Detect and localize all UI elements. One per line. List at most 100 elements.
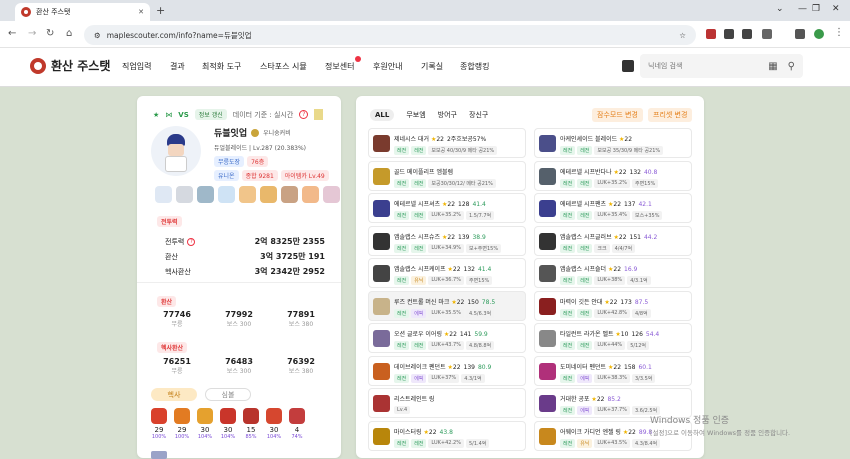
item-title: 에테르넬 시프반다나 ★22 132 40.8 (560, 167, 657, 176)
profile-avatar-icon[interactable] (814, 29, 824, 39)
equipment-item[interactable]: 타일런트 라가온 벨트 ★10 126 54.4 레전 레전 LUK+44% 5/12억 (534, 323, 692, 353)
badge-icon[interactable] (281, 186, 298, 203)
equipment-item[interactable]: 앱솔랩스 시프글러브 ★22 151 44.2 레전 레전 크크 4/4/7억 (534, 225, 692, 256)
forward-icon[interactable]: → (28, 28, 36, 39)
site-logo[interactable]: 환산 주스탯 (30, 57, 110, 74)
equipment-item[interactable]: 에테르넬 시프반다나 ★22 132 40.8 레전 레전 LUK+35.2% 주면15% (534, 160, 692, 191)
item-name: 마이스터링 (394, 428, 422, 436)
badge-icon[interactable] (239, 186, 256, 203)
equipment-item[interactable]: 앱솔랩스 시프숄더 ★22 16.9 레전 레전 LUK+38% 4/3.1억 (534, 258, 692, 288)
badge-icon[interactable] (155, 186, 172, 203)
badge-icon[interactable] (197, 186, 214, 203)
item-starforce: 22 (624, 136, 633, 143)
tab-weapon[interactable]: 무보엠 (406, 110, 425, 120)
menu-item[interactable]: 결과 (170, 61, 185, 72)
tab-all[interactable]: ALL (370, 109, 395, 121)
badge-icon[interactable] (260, 186, 277, 203)
reload-icon[interactable]: ↻ (46, 28, 54, 39)
hexa-skill-icon[interactable] (266, 408, 282, 424)
hexa-skill-icon[interactable] (197, 408, 213, 424)
search-input[interactable] (648, 62, 758, 70)
item-option: LUK+35.4% (594, 211, 630, 220)
menu-item[interactable]: 종합랭킹 (460, 61, 489, 72)
extension-icon[interactable] (742, 29, 752, 39)
tab-armor[interactable]: 방어구 (438, 110, 457, 120)
new-tab-icon[interactable]: + (156, 4, 165, 17)
minimize-icon[interactable]: — (798, 4, 807, 14)
badge-icon[interactable] (218, 186, 235, 203)
equipment-item[interactable]: 오션 글로우 이어링 ★22 141 59.9 레전 레전 LUK+43.7% 4.8/8.… (368, 323, 526, 353)
close-window-icon[interactable]: ✕ (832, 4, 840, 14)
help-icon[interactable]: ? (299, 110, 309, 119)
back-icon[interactable]: ← (8, 28, 16, 39)
tab-search-icon[interactable]: ⌄ (776, 4, 784, 14)
menu-item[interactable]: 직업입력 (122, 61, 151, 72)
equipment-item[interactable]: 리스트레인트 링 Lv.4 (368, 388, 526, 418)
home-icon[interactable]: ⌂ (66, 28, 72, 39)
equipment-item[interactable]: 앱솔랩스 시프케이프 ★22 132 41.4 레전 유닉 LUK+36.7% 주면15% (368, 258, 526, 288)
equipment-item[interactable]: 앱솔랩스 시프슈즈 ★22 139 38.9 레전 레전 LUK+34.9% 보+주면15% (368, 225, 526, 256)
equipment-item[interactable]: 마력이 깃든 안대 ★22 173 87.5 레전 레전 LUK+42.8% 4/8억 (534, 290, 692, 321)
url-field[interactable]: ⚙ maplescouter.com/info?name=듀블잇업 ☆ (84, 25, 696, 45)
equipment-item[interactable]: 마이스터링 ★22 43.8 레전 레전 LUK+42.2% 5/1.4억 (368, 420, 526, 451)
change-potential-button[interactable]: 잠수모드 변경 (592, 108, 643, 122)
search-icon[interactable]: ⚲ (788, 61, 795, 72)
equipment-item[interactable]: 루즈 컨트롤 머신 마크 ★22 150 78.5 레전 에픽 LUK+35.5% 4.5/… (368, 290, 526, 321)
divider (137, 282, 341, 283)
menu-item[interactable]: 기록실 (421, 61, 443, 72)
badge-icon[interactable] (176, 186, 193, 203)
hexa-skill-icon[interactable] (151, 408, 167, 424)
item-icon (373, 395, 390, 412)
tab-accessory[interactable]: 장신구 (469, 110, 488, 120)
favorite-star-icon[interactable]: ★ (153, 111, 159, 119)
change-preset-button[interactable]: 프리셋 변경 (648, 108, 693, 122)
item-option: Lv.4 (394, 406, 411, 414)
hexa-skill-icon[interactable] (174, 408, 190, 424)
bookmark-star-icon[interactable]: ☆ (679, 31, 686, 40)
hexa-skill-icon[interactable] (289, 408, 305, 424)
equipment-item[interactable]: 에테르넬 시프셔츠 ★22 128 41.4 레전 레전 LUK+35.2% 1.5/7.7… (368, 193, 526, 223)
equipment-item[interactable]: 거대한 공포 ★22 85.2 레전 에픽 LUK+37.7% 3.6/2.5억 (534, 388, 692, 418)
item-options: 레전 유닉 LUK+43.5% 4.3/8.4억 (560, 438, 661, 448)
item-name: 오션 글로우 이어링 (394, 331, 442, 338)
theme-toggle-icon[interactable] (622, 60, 634, 72)
tab-hexa[interactable]: 헥사 (151, 388, 197, 401)
close-tab-icon[interactable]: ✕ (138, 8, 144, 16)
update-button[interactable]: 정보 갱신 (194, 109, 227, 120)
browser-menu-icon[interactable]: ⋮ (834, 27, 844, 38)
hexa-skill-icon[interactable] (220, 408, 236, 424)
item-title: 아케인셰이드 블레이드 ★22 (560, 134, 632, 143)
item-icon (539, 297, 556, 315)
menu-item[interactable]: 스타포스 시뮬 (260, 61, 307, 72)
equipment-item[interactable]: 에테르넬 시프팬츠 ★22 137 42.1 레전 레전 LUK+35.4% 보스+35% (534, 193, 692, 223)
book-icon[interactable] (314, 109, 324, 120)
item-option: 레전 (577, 146, 593, 155)
extensions-puzzle-icon[interactable] (762, 29, 772, 39)
media-icon[interactable] (795, 29, 805, 39)
equipment-item[interactable]: 아케인셰이드 블레이드 ★22 레전 레전 보보공 35/30/9 메타 공21% (534, 128, 692, 158)
vs-button[interactable]: VS (178, 111, 188, 119)
menu-item[interactable]: 최적화 도구 (202, 61, 241, 72)
equipment-item[interactable]: 제네시스 대거 ★22 2주흐보공57% 레전 레전 보보공 40/30/9 메타 공2… (368, 128, 526, 158)
browser-tab[interactable]: 환산 주스탯 ✕ (15, 3, 150, 21)
windows-watermark: Windows 정품 인증 [설정]으로 이동하여 Windows를 정품 인증… (650, 415, 790, 439)
extension-icon[interactable] (706, 29, 716, 39)
guild-name: 우니숭커비 (263, 130, 291, 137)
badge-icon[interactable] (302, 186, 319, 203)
equipment-item[interactable]: 데이브레이크 펜던트 ★22 139 80.9 레전 에픽 LUK+37% 4.3/1억 (368, 355, 526, 386)
share-icon[interactable]: ⋈ (165, 111, 172, 119)
extension-icon[interactable] (724, 29, 734, 39)
calendar-icon[interactable]: ▦ (768, 61, 777, 72)
hexa-skill-icon[interactable] (243, 408, 259, 424)
tab-symbol[interactable]: 심볼 (205, 388, 251, 401)
menu-item[interactable]: 정보센터 (325, 61, 354, 72)
help-icon[interactable]: ? (187, 237, 196, 246)
menu-item[interactable]: 후원안내 (373, 61, 402, 72)
badge-icon[interactable] (323, 186, 340, 203)
item-icon (373, 200, 390, 217)
site-info-icon[interactable]: ⚙ (94, 31, 101, 40)
tab-title: 환산 주스탯 (36, 8, 71, 16)
equipment-item[interactable]: 골드 메이플리프 엠블렘 레전 레전 보공30/30/12/ 메타 공21% (368, 160, 526, 191)
equipment-item[interactable]: 도미네이터 펜던트 ★22 158 60.1 레전 에픽 LUK+38.3% 3/3.5억 (534, 355, 692, 386)
maximize-icon[interactable]: ❐ (812, 4, 820, 14)
